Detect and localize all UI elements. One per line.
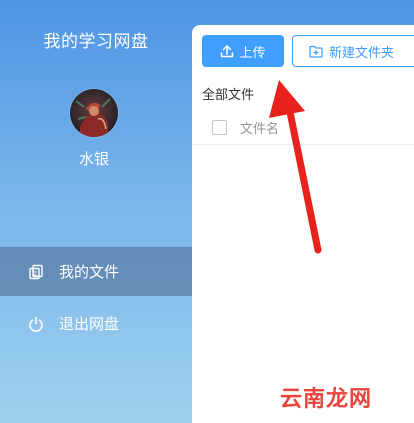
column-header-filename[interactable]: 文件名	[240, 118, 279, 137]
breadcrumb[interactable]: 全部文件	[202, 84, 254, 103]
upload-button[interactable]: 上传	[202, 35, 284, 67]
files-icon	[28, 264, 44, 280]
username: 水银	[78, 150, 109, 168]
new-folder-button[interactable]: 新建文件夹	[292, 35, 414, 67]
main-panel: 上传 新建文件夹 全部文件 文件名	[192, 25, 414, 423]
new-folder-label: 新建文件夹	[329, 45, 395, 61]
nav-logout-label: 退出网盘	[59, 315, 120, 333]
power-icon	[28, 316, 44, 332]
upload-label: 上传	[239, 45, 266, 61]
file-table-header: 文件名	[192, 114, 414, 145]
nav-logout[interactable]: 退出网盘	[0, 299, 192, 348]
sidebar: 我的学习网盘 水银 我的文件 退出网盘	[0, 0, 192, 423]
select-all-checkbox[interactable]	[212, 120, 227, 135]
avatar-image	[70, 89, 118, 137]
nav-my-files-label: 我的文件	[59, 263, 120, 281]
page: 我的学习网盘 水银 我的文件 退出网盘 上传 新建文件夹 全部文件 文件名 云南…	[0, 0, 414, 423]
folder-plus-icon	[309, 45, 323, 58]
watermark: 云南龙网	[280, 386, 373, 412]
nav-my-files[interactable]: 我的文件	[0, 247, 192, 296]
avatar[interactable]	[70, 89, 118, 137]
upload-icon	[220, 44, 234, 58]
app-title: 我的学习网盘	[43, 32, 149, 52]
